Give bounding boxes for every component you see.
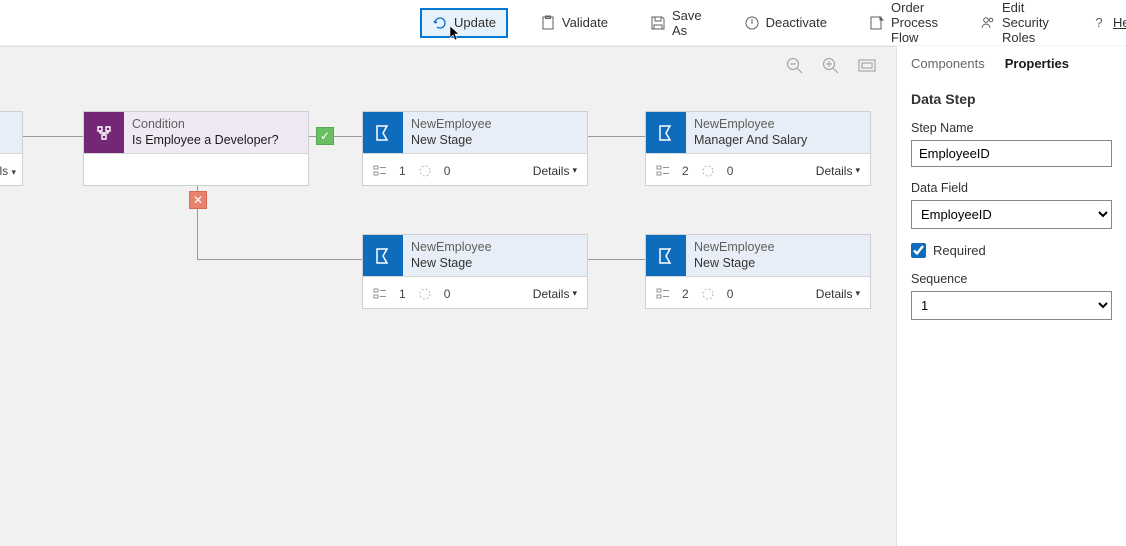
help-button[interactable]: ? Help ▾ bbox=[1081, 10, 1126, 36]
process-icon bbox=[418, 287, 432, 301]
save-icon bbox=[650, 15, 666, 31]
deactivate-icon bbox=[744, 15, 760, 31]
saveas-label: Save As bbox=[672, 8, 702, 38]
steps-count: 1 bbox=[399, 287, 406, 301]
stage-name: New Stage bbox=[411, 256, 492, 272]
datafield-select[interactable]: EmployeeID bbox=[911, 200, 1112, 229]
chevron-down-icon: ▾ bbox=[572, 165, 577, 176]
required-label: Required bbox=[933, 243, 986, 258]
fit-screen-icon[interactable] bbox=[858, 57, 876, 75]
panel-tabs: Components Properties bbox=[911, 56, 1112, 75]
chevron-down-icon: ▾ bbox=[11, 167, 16, 177]
sequence-select[interactable]: 1 bbox=[911, 291, 1112, 320]
stage-node-1[interactable]: NewEmployee New Stage 1 0 Details ▾ bbox=[362, 111, 588, 186]
stage-name: Manager And Salary bbox=[694, 133, 807, 149]
condition-true-icon: ✓ bbox=[316, 127, 334, 145]
saveas-button[interactable]: Save As bbox=[640, 3, 712, 43]
security-label: Edit Security Roles bbox=[1002, 0, 1049, 45]
stage-flag-icon bbox=[646, 112, 686, 153]
chevron-down-icon: ▾ bbox=[855, 165, 860, 176]
stage-entity: NewEmployee bbox=[411, 240, 492, 256]
deactivate-button[interactable]: Deactivate bbox=[734, 10, 837, 36]
security-button[interactable]: Edit Security Roles bbox=[970, 0, 1059, 50]
order-icon bbox=[869, 15, 885, 31]
stage-entity: NewEmployee bbox=[694, 117, 807, 133]
update-button[interactable]: Update bbox=[420, 8, 508, 38]
canvas[interactable]: ls ▾ Condition Is Employee a Developer? … bbox=[0, 46, 896, 546]
connector bbox=[588, 136, 645, 137]
steps-icon bbox=[656, 164, 670, 178]
stage-flag-icon bbox=[363, 235, 403, 276]
stage-name: New Stage bbox=[694, 256, 775, 272]
tab-properties[interactable]: Properties bbox=[1005, 56, 1069, 75]
process-count: 0 bbox=[444, 164, 451, 178]
connector bbox=[588, 259, 645, 260]
update-label: Update bbox=[454, 15, 496, 30]
stage-entity: NewEmployee bbox=[694, 240, 775, 256]
toolbar: Update Validate Save As Deactivate Order… bbox=[0, 0, 1126, 46]
connector bbox=[197, 259, 362, 260]
steps-count: 2 bbox=[682, 164, 689, 178]
stage-node-4[interactable]: NewEmployee New Stage 2 0 Details ▾ bbox=[645, 234, 871, 309]
help-icon: ? bbox=[1091, 15, 1107, 31]
clipboard-icon bbox=[540, 15, 556, 31]
required-checkbox[interactable] bbox=[911, 243, 926, 258]
stepname-input[interactable] bbox=[911, 140, 1112, 167]
condition-text: Is Employee a Developer? bbox=[132, 133, 279, 149]
chevron-down-icon: ▾ bbox=[855, 288, 860, 299]
people-icon bbox=[980, 15, 996, 31]
chevron-down-icon: ▾ bbox=[572, 288, 577, 299]
stage-node-previous[interactable]: ls ▾ bbox=[0, 111, 23, 186]
zoom-out-icon[interactable] bbox=[786, 57, 804, 75]
steps-icon bbox=[373, 164, 387, 178]
details-link[interactable]: Details ▾ bbox=[816, 287, 860, 301]
datafield-label: Data Field bbox=[911, 181, 1112, 195]
details-link[interactable]: ls ▾ bbox=[0, 164, 16, 178]
deactivate-label: Deactivate bbox=[766, 15, 827, 30]
stage-flag-icon bbox=[646, 235, 686, 276]
steps-count: 2 bbox=[682, 287, 689, 301]
process-count: 0 bbox=[727, 287, 734, 301]
details-link[interactable]: Details ▾ bbox=[533, 164, 577, 178]
process-icon bbox=[701, 164, 715, 178]
side-panel: Components Properties Data Step Step Nam… bbox=[896, 46, 1126, 546]
refresh-icon bbox=[432, 15, 448, 31]
stage-name: New Stage bbox=[411, 133, 492, 149]
stage-node-3[interactable]: NewEmployee New Stage 1 0 Details ▾ bbox=[362, 234, 588, 309]
help-label: Help bbox=[1113, 15, 1126, 30]
stage-entity: NewEmployee bbox=[411, 117, 492, 133]
steps-count: 1 bbox=[399, 164, 406, 178]
panel-section-title: Data Step bbox=[911, 91, 1112, 107]
process-count: 0 bbox=[727, 164, 734, 178]
validate-button[interactable]: Validate bbox=[530, 10, 618, 36]
condition-false-icon: ✕ bbox=[189, 191, 207, 209]
stage-node-2[interactable]: NewEmployee Manager And Salary 2 0 Detai… bbox=[645, 111, 871, 186]
details-link[interactable]: Details ▾ bbox=[533, 287, 577, 301]
connector bbox=[23, 136, 83, 137]
process-icon bbox=[418, 164, 432, 178]
stepname-label: Step Name bbox=[911, 121, 1112, 135]
stage-flag-icon bbox=[363, 112, 403, 153]
steps-icon bbox=[373, 287, 387, 301]
order-label: Order Process Flow bbox=[891, 0, 938, 45]
condition-node[interactable]: Condition Is Employee a Developer? bbox=[83, 111, 309, 186]
order-button[interactable]: Order Process Flow bbox=[859, 0, 948, 50]
process-count: 0 bbox=[444, 287, 451, 301]
process-icon bbox=[701, 287, 715, 301]
details-link[interactable]: Details ▾ bbox=[816, 164, 860, 178]
zoom-in-icon[interactable] bbox=[822, 57, 840, 75]
branch-icon bbox=[84, 112, 124, 153]
condition-label: Condition bbox=[132, 117, 279, 133]
canvas-tools bbox=[786, 57, 876, 75]
steps-icon bbox=[656, 287, 670, 301]
validate-label: Validate bbox=[562, 15, 608, 30]
sequence-label: Sequence bbox=[911, 272, 1112, 286]
tab-components[interactable]: Components bbox=[911, 56, 985, 75]
